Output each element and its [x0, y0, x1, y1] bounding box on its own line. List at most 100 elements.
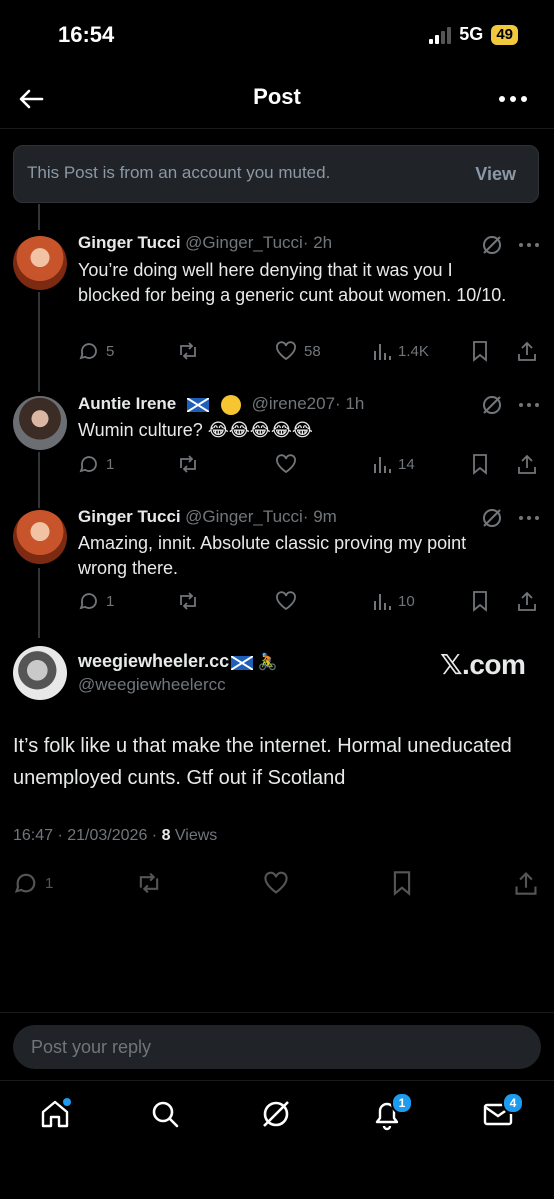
- muted-post-notice: This Post is from an account you muted. …: [13, 145, 539, 203]
- post-meta: 16:47 · 21/03/2026 · 8 Views: [13, 827, 217, 845]
- thread-line: [38, 568, 40, 638]
- repost-icon: [176, 590, 200, 612]
- messages-badge: 4: [502, 1092, 524, 1114]
- reply-header: Auntie Irene @irene207· 1h: [78, 394, 478, 415]
- author-name[interactable]: Auntie Irene: [78, 394, 176, 413]
- nav-search[interactable]: [145, 1092, 185, 1136]
- author-handle[interactable]: @weegiewheelercc: [78, 675, 226, 695]
- bookmark-icon[interactable]: [470, 340, 490, 362]
- more-options-icon[interactable]: [496, 84, 530, 114]
- nav-messages[interactable]: 4: [478, 1092, 524, 1136]
- author-handle[interactable]: @Ginger_Tucci: [185, 233, 303, 252]
- views-action[interactable]: 14: [372, 453, 415, 475]
- reply-text: Amazing, innit. Absolute classic proving…: [78, 533, 467, 578]
- views-count: 14: [398, 455, 415, 473]
- bookmark-icon[interactable]: [470, 590, 490, 612]
- repost-action[interactable]: [176, 453, 200, 475]
- grok-icon[interactable]: [481, 234, 503, 256]
- grok-icon[interactable]: [481, 507, 503, 529]
- share-icon[interactable]: [513, 870, 539, 896]
- nav-divider: [0, 1080, 554, 1081]
- repost-icon: [176, 453, 200, 475]
- repost-action[interactable]: [176, 590, 200, 612]
- share-icon[interactable]: [516, 340, 538, 362]
- scotland-flag-icon: [186, 397, 209, 412]
- notifications-badge: 1: [391, 1092, 413, 1114]
- author-handle[interactable]: @irene207: [252, 394, 335, 413]
- search-icon: [149, 1098, 181, 1130]
- reply-icon: [78, 453, 100, 475]
- avatar[interactable]: [13, 396, 67, 450]
- views-icon: [372, 590, 392, 612]
- more-options-icon[interactable]: [518, 515, 540, 521]
- more-options-icon[interactable]: [518, 242, 540, 248]
- reply-text: Wumin culture? 😂😂😂😂😂: [78, 420, 313, 440]
- reply-header: Ginger Tucci @Ginger_Tucci· 2h: [78, 233, 498, 253]
- reply-count: 1: [106, 592, 115, 610]
- views-action[interactable]: 1.4K: [372, 340, 429, 362]
- xcom-watermark: 𝕏.com: [440, 649, 526, 680]
- reply-action[interactable]: 1: [78, 453, 114, 475]
- repost-icon[interactable]: [135, 870, 163, 896]
- page-title: Post: [253, 84, 301, 109]
- share-icon[interactable]: [516, 590, 538, 612]
- like-count: 58: [304, 342, 321, 360]
- avatar[interactable]: [13, 236, 67, 290]
- like-action[interactable]: [274, 590, 298, 612]
- like-action[interactable]: [274, 453, 298, 475]
- reply-input[interactable]: Post your reply: [13, 1025, 541, 1069]
- views-count: 1.4K: [398, 342, 429, 360]
- bookmark-icon[interactable]: [470, 453, 490, 475]
- heart-icon: [274, 590, 298, 612]
- nav-grok[interactable]: [256, 1092, 296, 1136]
- reply-count: 5: [106, 342, 115, 360]
- views-count: 10: [398, 592, 415, 610]
- thread-line: [38, 204, 40, 230]
- main-post-author: weegiewheeler.cc 🚴: [78, 651, 277, 672]
- repost-action[interactable]: [176, 340, 200, 362]
- smiley-icon: [221, 394, 242, 415]
- status-indicators: 5G 49: [429, 24, 518, 45]
- avatar[interactable]: [13, 510, 67, 564]
- more-options-icon[interactable]: [518, 402, 540, 408]
- grok-icon: [259, 1097, 293, 1131]
- nav-notifications[interactable]: 1: [367, 1092, 413, 1136]
- reply-action[interactable]: 5: [78, 340, 114, 362]
- nav-home[interactable]: [35, 1092, 75, 1136]
- author-name[interactable]: Ginger Tucci: [78, 507, 181, 526]
- repost-icon: [176, 340, 200, 362]
- main-post-actions: 1: [13, 870, 541, 896]
- battery-indicator: 49: [491, 24, 518, 45]
- cyclist-icon: 🚴: [257, 654, 278, 671]
- author-name[interactable]: weegiewheeler.cc: [78, 651, 229, 671]
- share-icon[interactable]: [516, 453, 538, 475]
- post-time: · 2h: [302, 233, 333, 252]
- reply-count: 1: [45, 874, 54, 892]
- home-notification-dot: [63, 1098, 71, 1106]
- like-action[interactable]: 58: [274, 340, 321, 362]
- reply-actions: 5 58 1.4K: [78, 340, 540, 364]
- reply-action[interactable]: 1: [13, 870, 53, 896]
- reply-action[interactable]: 1: [78, 590, 114, 612]
- muted-notice-text: This Post is from an account you muted.: [27, 163, 331, 182]
- heart-icon: [274, 453, 298, 475]
- heart-icon[interactable]: [262, 870, 290, 896]
- reply-header: Ginger Tucci @Ginger_Tucci· 9m: [78, 507, 498, 527]
- bookmark-icon[interactable]: [390, 870, 414, 896]
- thread-line: [38, 452, 40, 508]
- scotland-flag-icon: [231, 655, 254, 670]
- views-icon: [372, 453, 392, 475]
- view-button[interactable]: View: [475, 164, 516, 185]
- grok-icon[interactable]: [481, 394, 503, 416]
- avatar[interactable]: [13, 646, 67, 700]
- views-icon: [372, 340, 392, 362]
- heart-icon: [274, 340, 298, 362]
- reply-icon: [13, 870, 39, 896]
- views-action[interactable]: 10: [372, 590, 415, 612]
- reply-icon: [78, 590, 100, 612]
- author-handle[interactable]: @Ginger_Tucci: [185, 507, 303, 526]
- network-label: 5G: [459, 24, 484, 44]
- post-timestamp: 16:47 · 21/03/2026 ·: [13, 827, 162, 844]
- author-name[interactable]: Ginger Tucci: [78, 233, 181, 252]
- main-post-text: It’s folk like u that make the internet.…: [13, 735, 512, 789]
